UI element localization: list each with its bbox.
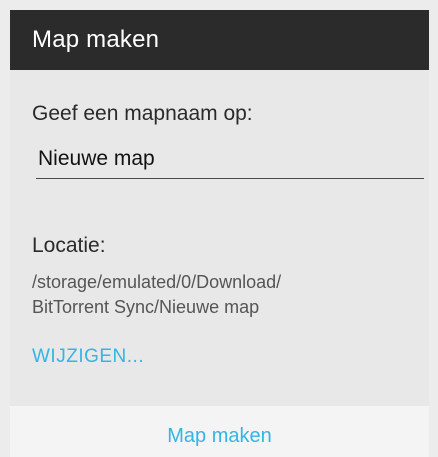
dialog-content: Geef een mapnaam op: Locatie: /storage/e… bbox=[10, 70, 429, 406]
dialog-footer: Map maken bbox=[10, 406, 429, 457]
create-folder-button[interactable]: Map maken bbox=[10, 406, 429, 457]
folder-name-label: Geef een mapnaam op: bbox=[32, 102, 253, 125]
create-folder-dialog: Map maken Geef een mapnaam op: Locatie: … bbox=[0, 0, 438, 457]
folder-name-input[interactable] bbox=[36, 140, 424, 179]
change-location-button[interactable]: WIJZIGEN... bbox=[32, 346, 144, 368]
dialog-title-bar: Map maken bbox=[10, 10, 429, 70]
location-label: Locatie: bbox=[32, 234, 106, 257]
location-path: /storage/emulated/0/Download/ BitTorrent… bbox=[32, 272, 282, 317]
dialog-title: Map maken bbox=[32, 26, 160, 53]
